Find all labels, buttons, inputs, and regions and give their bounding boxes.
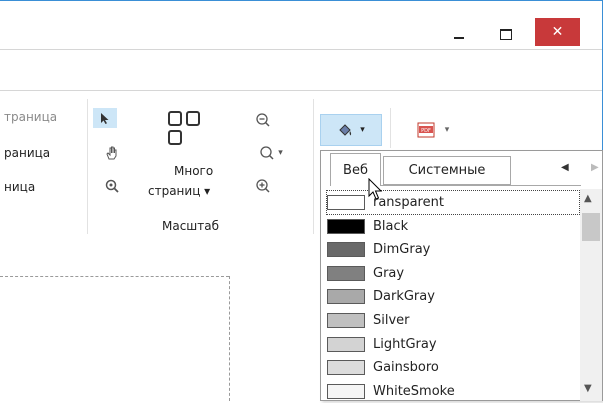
color-label: Gainsboro (373, 360, 439, 376)
multi-page-label-2[interactable]: страниц ▾ (148, 184, 210, 198)
minimize-icon (454, 37, 464, 39)
multi-page-label-1: Много (174, 164, 214, 178)
zoom-out-button[interactable] (251, 110, 275, 130)
color-picker-dropdown: Системные Веб ◀ ▶ ransparent Black DimGray… (320, 150, 603, 401)
chevron-down-icon: ▾ (278, 148, 283, 158)
scrollbar-thumb[interactable] (582, 213, 600, 241)
color-label: WhiteSmoke (373, 383, 455, 399)
paint-bucket-icon (339, 124, 352, 136)
ribbon-tab-strip (0, 49, 602, 90)
color-swatch (327, 336, 365, 352)
hand-tool-button[interactable] (100, 143, 124, 163)
color-item-transparent[interactable]: ransparent (326, 190, 580, 215)
hand-icon (106, 146, 117, 160)
color-swatch (327, 383, 365, 399)
zoom-group-label: Масштаб (162, 219, 220, 233)
chevron-down-icon: ▾ (360, 125, 365, 135)
tab-underline (381, 185, 581, 186)
pdf-icon: PDF (417, 122, 435, 138)
zoom-in-icon (256, 179, 270, 193)
color-item-darkgray[interactable]: DarkGray (327, 285, 579, 308)
chevron-down-icon: ▾ (444, 125, 450, 135)
color-label: DarkGray (373, 289, 435, 305)
zoom-out-icon (256, 113, 270, 127)
ribbon-separator (313, 99, 314, 234)
magnifier-icon (105, 179, 119, 193)
ribbon-separator (87, 99, 88, 234)
color-swatch (327, 289, 365, 305)
color-label: Black (373, 218, 409, 234)
tab-scroll-right-icon[interactable]: ▶ (591, 162, 599, 173)
ribbon-separator (390, 108, 391, 148)
mouse-cursor-icon (368, 178, 383, 200)
color-item-whitesmoke[interactable]: WhiteSmoke (327, 380, 579, 403)
color-item-silver[interactable]: Silver (327, 309, 579, 332)
close-icon: ✕ (551, 24, 564, 40)
color-swatch (327, 218, 365, 234)
ribbon-page-item-3[interactable]: ница (4, 180, 35, 194)
select-tool-button[interactable] (93, 108, 117, 128)
page-color-button[interactable]: ▾ (320, 114, 382, 146)
tab-system-colors[interactable]: Системные (383, 156, 511, 185)
color-swatch (327, 195, 365, 210)
zoom-in-button[interactable] (251, 176, 275, 196)
color-item-lightgray[interactable]: LightGray (327, 333, 579, 356)
tab-scroll-left-icon[interactable]: ◀ (561, 162, 569, 173)
color-label: Gray (373, 265, 405, 281)
scroll-up-icon[interactable]: ▲ (584, 193, 592, 204)
color-label: LightGray (373, 336, 437, 352)
zoom-tool-button[interactable] (100, 176, 124, 196)
color-label: Silver (373, 313, 410, 328)
color-swatch (327, 313, 365, 328)
color-item-gainsboro[interactable]: Gainsboro (327, 356, 579, 379)
multi-page-icon (168, 111, 200, 145)
close-button[interactable]: ✕ (535, 18, 580, 46)
minimize-button[interactable] (437, 20, 481, 48)
svg-text:PDF: PDF (421, 128, 431, 134)
scroll-down-icon[interactable]: ▼ (584, 383, 592, 394)
cursor-arrow-icon (101, 112, 109, 124)
multi-page-button[interactable] (166, 110, 206, 149)
ribbon-page-item-2[interactable]: раница (4, 146, 50, 160)
color-swatch (327, 360, 365, 376)
zoom-icon (260, 146, 274, 160)
zoom-menu-button[interactable]: ▾ (251, 143, 291, 163)
color-item-black[interactable]: Black (327, 215, 579, 238)
color-swatch (327, 242, 365, 258)
color-item-dimgray[interactable]: DimGray (327, 238, 579, 261)
color-label: DimGray (373, 242, 431, 258)
color-item-gray[interactable]: Gray (327, 262, 579, 285)
ribbon-page-item-1[interactable]: траница (4, 110, 57, 124)
color-swatch (327, 265, 365, 281)
tab-label: Веб (343, 162, 368, 178)
tab-label: Системные (408, 163, 486, 178)
export-pdf-button[interactable]: PDF ▾ (406, 116, 460, 144)
maximize-icon (500, 28, 512, 40)
page-margin-guide-horizontal (0, 276, 229, 277)
maximize-button[interactable] (484, 20, 528, 48)
page-margin-guide-vertical (229, 276, 230, 401)
